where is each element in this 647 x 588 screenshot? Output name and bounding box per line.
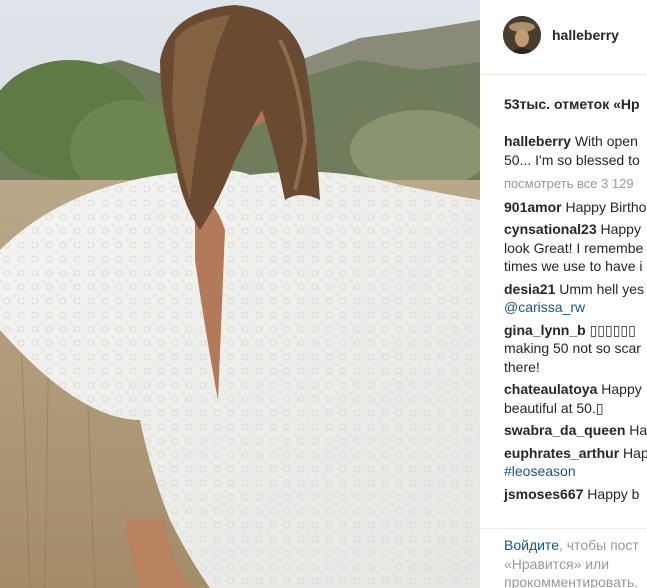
comment-username[interactable]: 901amor [504, 199, 562, 215]
login-prompt-text: , чтобы пост [558, 537, 639, 553]
login-prompt-text: прокомментировать. [504, 574, 639, 588]
list-item: desia21 Umm hell yes [504, 280, 647, 299]
post-sidebar: halleberry 53тыс. отметок «Нр halleberry… [480, 0, 647, 588]
comment-username[interactable]: chateaulatoya [504, 381, 597, 397]
mention-link[interactable]: @carissa_rw [504, 298, 647, 317]
comment-text: making 50 not so scar [504, 340, 641, 356]
post-header: halleberry [480, 0, 647, 75]
post-photo[interactable] [0, 0, 480, 588]
comment-text: Umm hell yes [559, 280, 645, 297]
list-item: euphrates_arthur Hap [504, 444, 647, 463]
comment-text: beautiful at 50.▯ [504, 399, 604, 416]
comment-text: look Great! I remembe [504, 239, 644, 256]
comment-text: Happy [600, 221, 641, 237]
login-prompt: Войдите, чтобы пост «Нравится» или проко… [480, 528, 647, 588]
comment-text: Ha [629, 422, 647, 438]
comment-text: ▯▯▯▯▯▯ [589, 321, 636, 338]
comment-username[interactable]: gina_lynn_b [504, 322, 586, 338]
comment-username[interactable]: euphrates_arthur [504, 445, 619, 461]
list-item: chateaulatoya Happy [504, 380, 647, 399]
list-item: cynsational23 Happy [504, 220, 647, 239]
hashtag-link[interactable]: #leoseason [504, 462, 647, 481]
comment-username[interactable]: swabra_da_queen [504, 422, 625, 438]
comment-username[interactable]: desia21 [504, 281, 555, 297]
comment-username[interactable]: halleberry [504, 133, 571, 149]
comment-text: With open [574, 133, 638, 149]
comment-text: Hap [623, 444, 647, 461]
comment-text: Happy Birtho [565, 198, 647, 215]
comment-text: Happy [601, 381, 642, 397]
comment-username[interactable]: jsmoses667 [504, 486, 583, 502]
likes-count[interactable]: 53тыс. отметок «Нр [504, 96, 640, 112]
list-item: jsmoses667 Happy b [504, 485, 647, 504]
caption: halleberry With open [504, 132, 647, 151]
avatar[interactable] [503, 16, 541, 54]
comment-text: 50... I'm so blessed to [504, 151, 640, 168]
comment-text: there! [504, 358, 540, 375]
login-prompt-text: «Нравится» или [504, 555, 610, 572]
post-username[interactable]: halleberry [552, 27, 619, 43]
comment-text: times we use to have i [504, 258, 643, 274]
view-all-comments-link[interactable]: посмотреть все 3 129 [504, 175, 647, 194]
list-item: gina_lynn_b ▯▯▯▯▯▯ [504, 321, 647, 340]
login-link[interactable]: Войдите [504, 537, 559, 553]
list-item: swabra_da_queen Ha [504, 421, 647, 440]
comment-username[interactable]: cynsational23 [504, 221, 597, 237]
comment-text: Happy b [587, 485, 640, 502]
comments-list: halleberry With open 50... I'm so blesse… [504, 132, 647, 503]
list-item: 901amor Happy Birtho [504, 198, 647, 217]
